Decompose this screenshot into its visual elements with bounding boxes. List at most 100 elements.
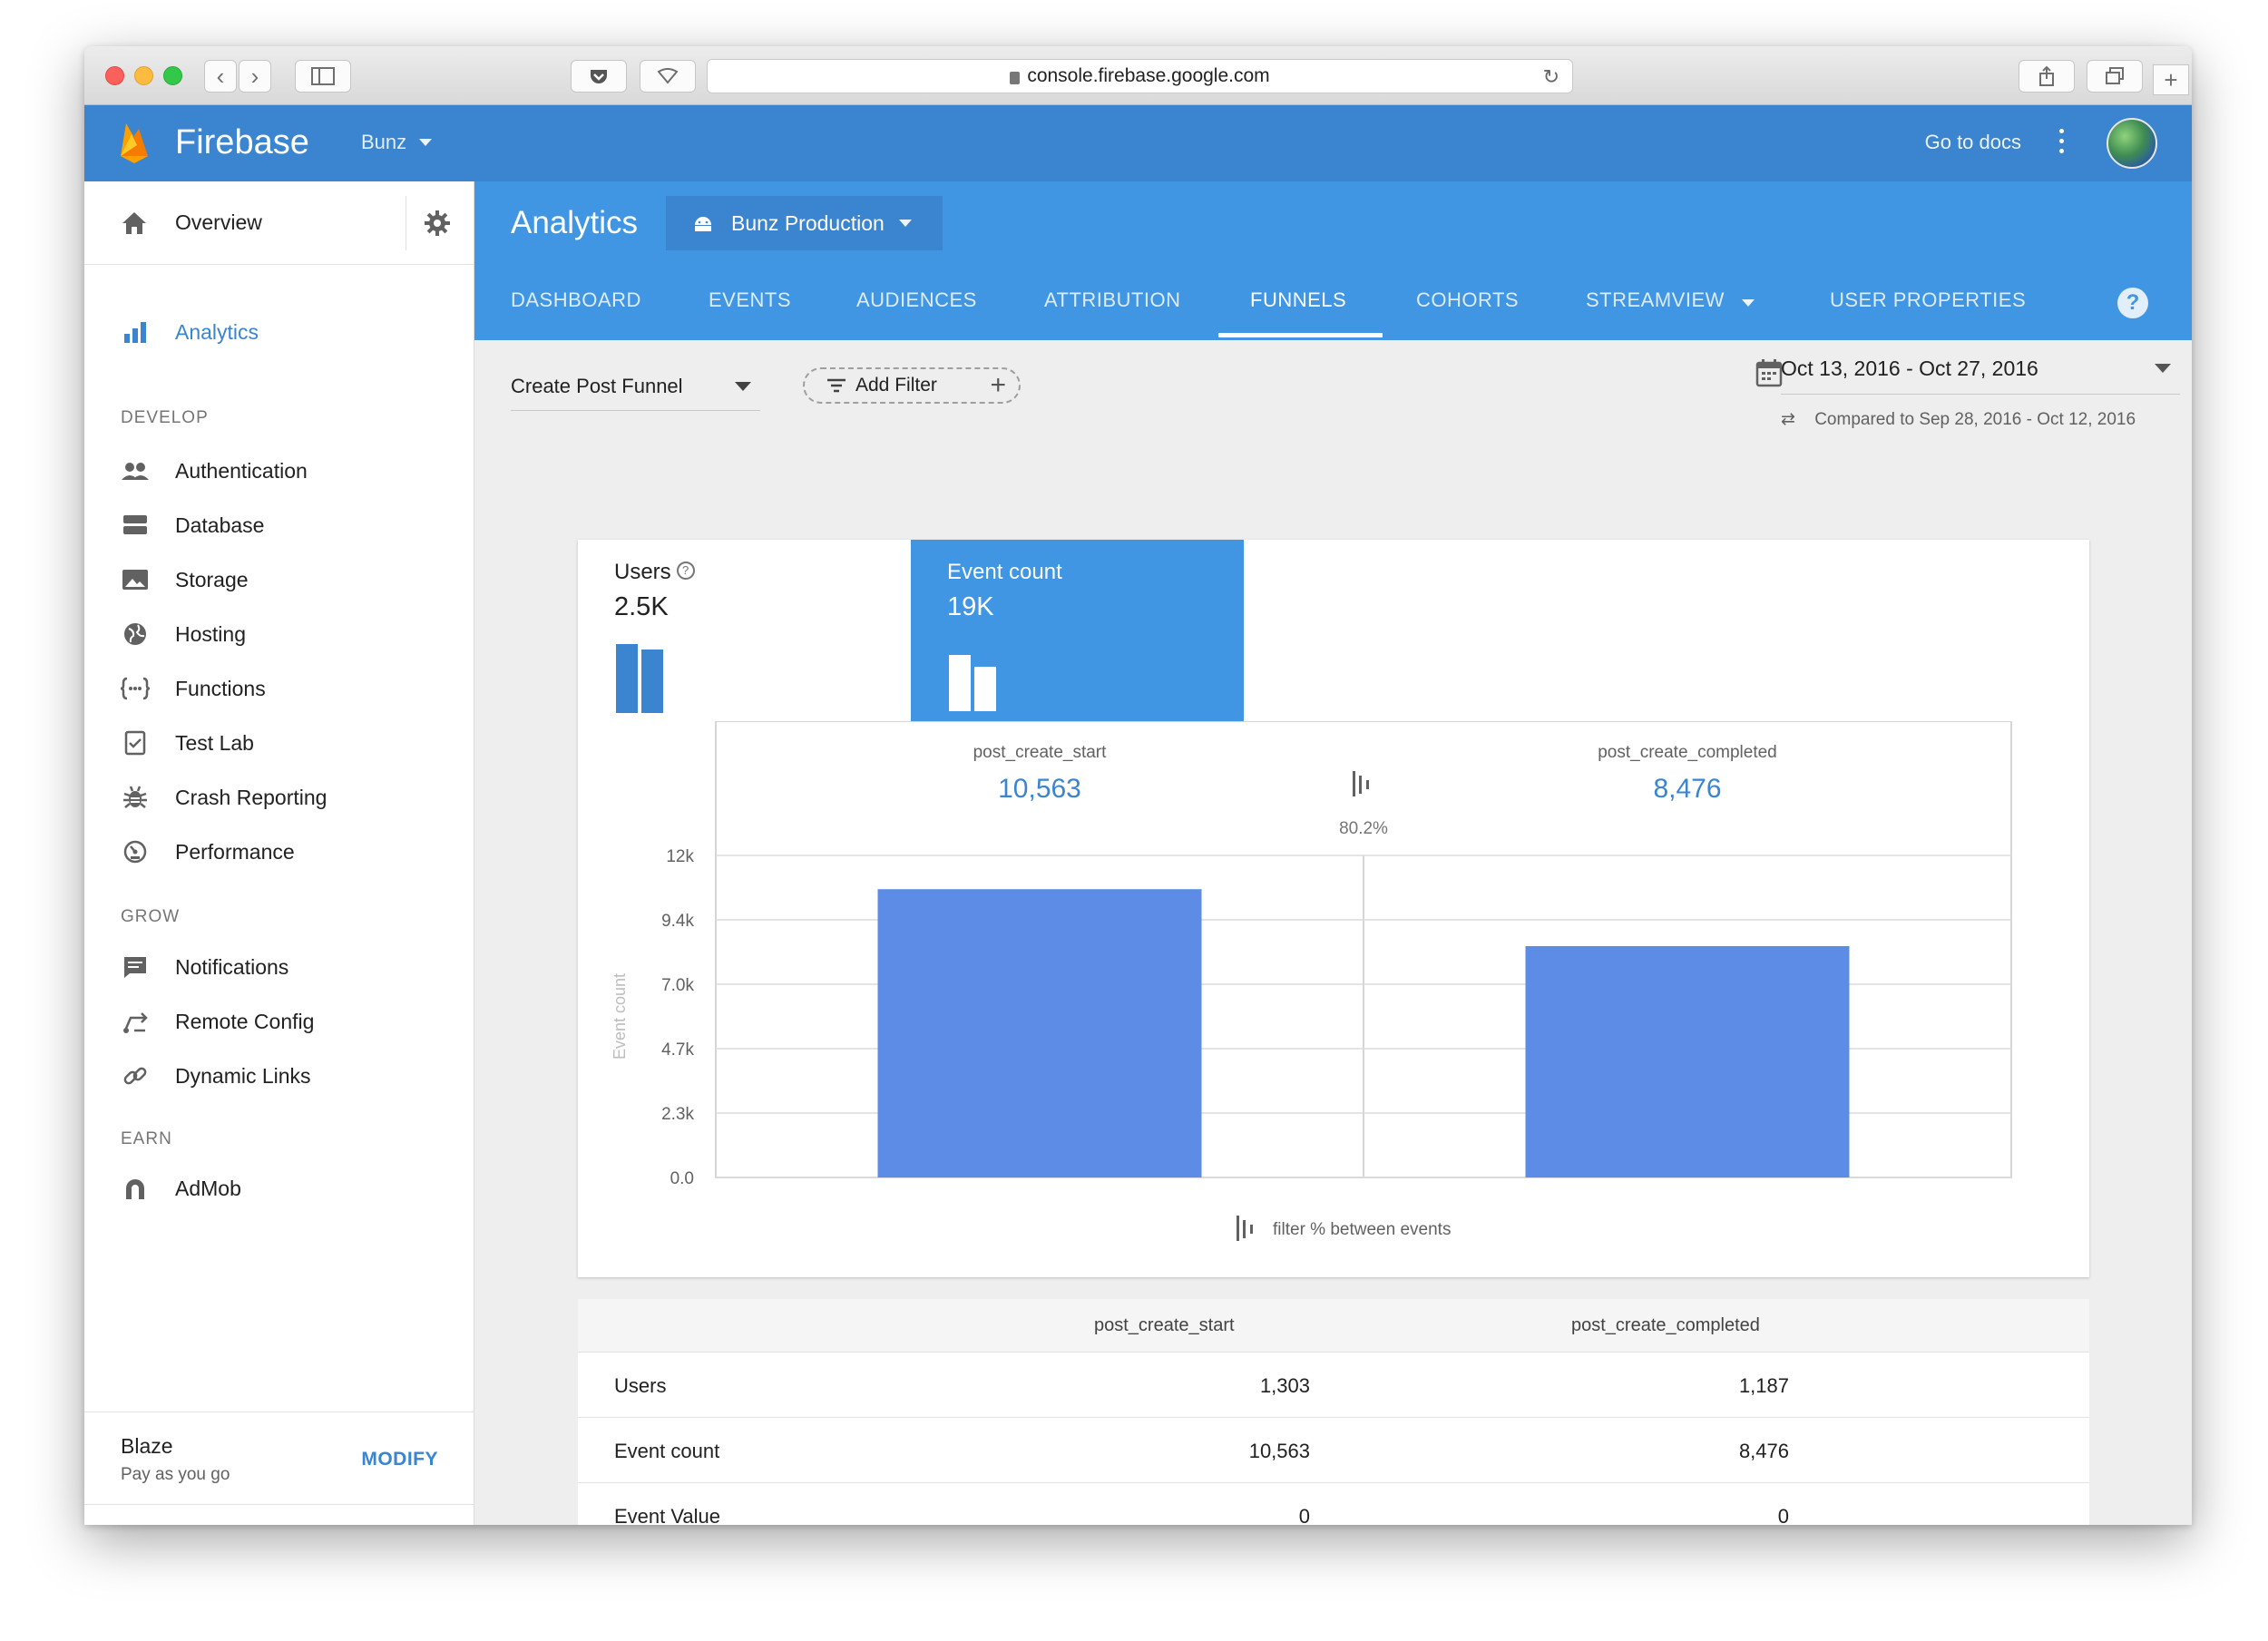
- url-text: console.firebase.google.com: [1027, 65, 1270, 86]
- modify-plan-button[interactable]: MODIFY: [361, 1449, 438, 1470]
- sidebar-item-authentication[interactable]: Authentication: [84, 444, 474, 498]
- android-icon: [695, 217, 711, 231]
- funnel-table: post_create_start post_create_completed …: [578, 1299, 2089, 1525]
- caret-down-icon: [1741, 299, 1755, 307]
- go-to-docs-link[interactable]: Go to docs: [1925, 131, 2021, 154]
- table-cell: 0: [1298, 1505, 1310, 1525]
- help-icon[interactable]: ?: [676, 562, 695, 580]
- add-filter-button[interactable]: Add Filter +: [803, 367, 1021, 404]
- funnel-card: Users? 2.5K Event count 19K 0.0 2.3k 4.7k 7…: [578, 540, 2089, 1277]
- tab-attribution[interactable]: ATTRIBUTION: [1044, 288, 1181, 312]
- forward-button[interactable]: ›: [239, 60, 271, 93]
- link-icon: [121, 1061, 150, 1090]
- share-button[interactable]: [2019, 60, 2075, 93]
- active-tab-indicator: [1218, 333, 1383, 337]
- calendar-icon[interactable]: [1755, 358, 1783, 387]
- metric-users[interactable]: Users? 2.5K: [578, 540, 911, 721]
- sidebar-item-test-lab[interactable]: Test Lab: [84, 716, 474, 770]
- back-button[interactable]: ‹: [204, 60, 237, 93]
- tab-events[interactable]: EVENTS: [709, 288, 791, 312]
- brand-name[interactable]: Firebase: [175, 123, 309, 162]
- project-name: Bunz: [361, 131, 407, 153]
- category-label: post_create_completed: [1598, 743, 1777, 762]
- shield-icon: [657, 68, 679, 84]
- sidebar-item-label: Test Lab: [175, 730, 254, 755]
- table-cell: 8,476: [1738, 1440, 1789, 1462]
- more-vert-icon[interactable]: [2059, 129, 2065, 156]
- bug-icon: [121, 783, 150, 812]
- date-range[interactable]: Oct 13, 2016 - Oct 27, 2016: [1781, 357, 2180, 395]
- minimize-window-button[interactable]: [134, 66, 153, 85]
- new-tab-button[interactable]: +: [2153, 64, 2189, 95]
- tab-label: STREAMVIEW: [1586, 288, 1725, 311]
- tab-funnels[interactable]: FUNNELS: [1250, 288, 1346, 312]
- tab-streamview[interactable]: STREAMVIEW: [1586, 288, 1755, 312]
- sidebar-item-label: Overview: [175, 210, 262, 234]
- app-selector[interactable]: Bunz Production: [666, 196, 943, 250]
- tab-dashboard[interactable]: DASHBOARD: [511, 288, 641, 312]
- sidebar-item-label: Database: [175, 513, 265, 537]
- reload-icon[interactable]: ↻: [1543, 65, 1559, 89]
- help-icon[interactable]: ?: [2117, 288, 2148, 318]
- y-tick-label: 0.0: [670, 1169, 694, 1188]
- pocket-button[interactable]: [571, 60, 627, 93]
- collapse-sidebar-icon[interactable]: ‹: [419, 1518, 428, 1525]
- firebase-logo-icon[interactable]: [119, 122, 150, 163]
- caret-down-icon: [419, 139, 433, 146]
- category-label: post_create_start: [973, 743, 1108, 762]
- table-row: Users 1,303 1,187: [578, 1352, 2089, 1417]
- table-cell: 10,563: [1248, 1440, 1310, 1462]
- tab-audiences[interactable]: AUDIENCES: [856, 288, 977, 312]
- zoom-window-button[interactable]: [163, 66, 182, 85]
- funnel-selector[interactable]: Create Post Funnel: [511, 375, 760, 411]
- tabs-button[interactable]: [2087, 60, 2143, 93]
- y-tick-label: 2.3k: [661, 1105, 694, 1124]
- sidebar-item-database[interactable]: Database: [84, 498, 474, 552]
- table-cell: 1,187: [1738, 1374, 1789, 1397]
- sidebar-item-notifications[interactable]: Notifications: [84, 940, 474, 994]
- billing-plan: Blaze Pay as you go MODIFY: [84, 1411, 474, 1505]
- section-develop: DEVELOP: [121, 408, 209, 427]
- test-lab-icon: [121, 728, 150, 757]
- sidebar-toggle-button[interactable]: [295, 60, 351, 93]
- sidebar-item-overview[interactable]: Overview: [84, 181, 474, 265]
- sidebar-item-functions[interactable]: Functions: [84, 661, 474, 716]
- mini-bar-chart-icon: [949, 655, 996, 711]
- close-window-button[interactable]: [105, 66, 124, 85]
- metric-label: Users?: [614, 560, 695, 585]
- data-label: 8,476: [1653, 774, 1721, 804]
- compare-arrows-icon: ⇄: [1781, 410, 1795, 429]
- database-icon: [121, 511, 150, 540]
- tab-cohorts[interactable]: COHORTS: [1416, 288, 1519, 312]
- sidebar-item-storage[interactable]: Storage: [84, 552, 474, 607]
- sidebar-item-analytics[interactable]: Analytics: [84, 305, 474, 359]
- firebase-topbar: Firebase Bunz Go to docs: [84, 105, 2192, 181]
- metric-event-count[interactable]: Event count 19K: [911, 540, 1244, 721]
- conversion-icon: [1359, 776, 1362, 794]
- sidebar-item-admob[interactable]: AdMob: [84, 1161, 474, 1216]
- sidebar-item-dynamic-links[interactable]: Dynamic Links: [84, 1049, 474, 1103]
- chart-footer: filter % between events: [1273, 1220, 1451, 1239]
- filter-icon: [1243, 1220, 1246, 1238]
- message-icon: [121, 952, 150, 982]
- caret-down-icon: [735, 382, 751, 391]
- table-row: Event count 10,563 8,476: [578, 1417, 2089, 1482]
- sidebar-item-performance[interactable]: Performance: [84, 825, 474, 879]
- project-selector[interactable]: Bunz: [361, 131, 433, 154]
- tabs-icon: [2106, 67, 2124, 84]
- metric-value: 2.5K: [614, 592, 669, 621]
- page-title: Analytics: [511, 205, 639, 240]
- gear-icon[interactable]: [424, 210, 451, 237]
- address-bar[interactable]: console.firebase.google.com ↻: [707, 59, 1573, 93]
- sidebar-item-label: Dynamic Links: [175, 1063, 311, 1088]
- admob-icon: [121, 1174, 150, 1203]
- speedometer-icon: [121, 837, 150, 866]
- sidebar-item-label: AdMob: [175, 1176, 241, 1200]
- sidebar-item-label: Notifications: [175, 954, 289, 979]
- tab-user-properties[interactable]: USER PROPERTIES: [1830, 288, 2026, 312]
- sidebar-item-crash-reporting[interactable]: Crash Reporting: [84, 770, 474, 825]
- reader-button[interactable]: [640, 60, 696, 93]
- sidebar-item-hosting[interactable]: Hosting: [84, 607, 474, 661]
- avatar[interactable]: [2107, 118, 2157, 169]
- sidebar-item-remote-config[interactable]: Remote Config: [84, 994, 474, 1049]
